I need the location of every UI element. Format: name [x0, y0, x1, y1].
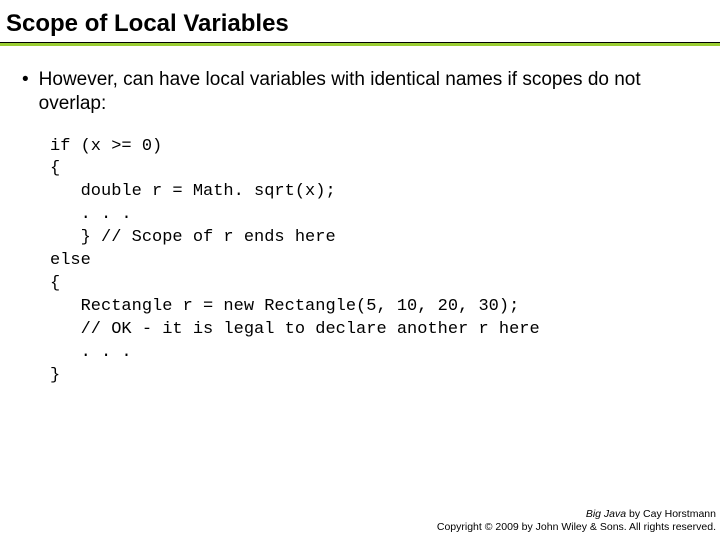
content-area: • However, can have local variables with…: [0, 46, 720, 388]
code-block: if (x >= 0) { double r = Math. sqrt(x); …: [50, 136, 698, 388]
footer: Big Java by Cay Horstmann Copyright © 20…: [437, 508, 716, 534]
footer-book-title: Big Java: [586, 508, 626, 520]
slide-title: Scope of Local Variables: [0, 0, 720, 42]
footer-attribution: Big Java by Cay Horstmann: [437, 508, 716, 521]
bullet-item: • However, can have local variables with…: [22, 68, 698, 116]
footer-byline: by Cay Horstmann: [626, 508, 716, 520]
bullet-marker: •: [22, 68, 29, 116]
footer-copyright: Copyright © 2009 by John Wiley & Sons. A…: [437, 521, 716, 534]
bullet-text: However, can have local variables with i…: [39, 68, 698, 116]
